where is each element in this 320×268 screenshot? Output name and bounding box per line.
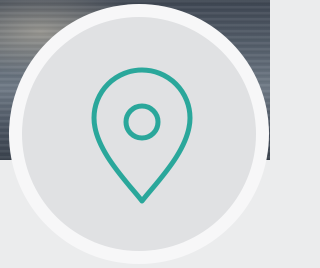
map-pin-center bbox=[123, 103, 161, 141]
map-pin-icon bbox=[91, 67, 193, 204]
